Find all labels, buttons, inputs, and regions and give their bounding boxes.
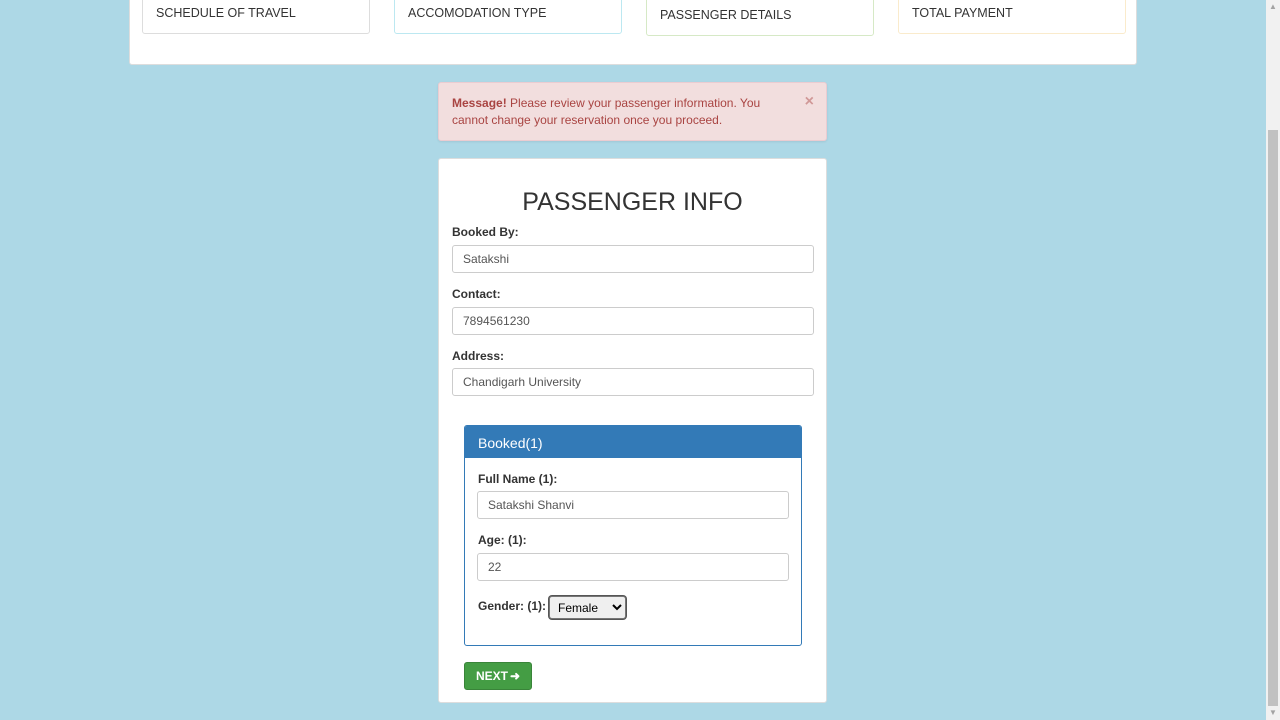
booking-steps-panel: SCHEDULE OF TRAVEL ACCOMODATION TYPE PAS… (129, 0, 1137, 65)
full-name-field[interactable] (477, 491, 789, 519)
address-field[interactable] (452, 368, 814, 396)
full-name-label: Full Name (1): (478, 472, 558, 486)
page-title: PASSENGER INFO (522, 188, 743, 216)
scroll-down-icon[interactable]: ▼ (1266, 706, 1280, 720)
step-label: PASSENGER DETAILS (660, 8, 792, 22)
alert-title: Message! (452, 96, 507, 110)
gender-label: Gender: (1): (478, 599, 547, 613)
page-scrollbar[interactable]: ▲ ▼ (1266, 0, 1280, 720)
age-field[interactable] (477, 553, 789, 581)
close-icon[interactable]: × (805, 94, 814, 110)
passenger-panel: Booked(1) Full Name (1): Age: (1): Gende… (464, 425, 802, 646)
step-schedule-of-travel[interactable]: SCHEDULE OF TRAVEL (142, 0, 370, 34)
step-label: SCHEDULE OF TRAVEL (156, 6, 296, 20)
booked-by-label: Booked By: (452, 225, 519, 239)
address-label: Address: (452, 349, 505, 363)
step-accomodation-type[interactable]: ACCOMODATION TYPE (394, 0, 622, 34)
scrollbar-thumb[interactable] (1268, 130, 1278, 706)
contact-field[interactable] (452, 307, 814, 335)
booked-by-field[interactable] (452, 245, 814, 273)
passenger-info-card: PASSENGER INFO Booked By: Contact: Addre… (438, 158, 827, 703)
next-button-label: NEXT (475, 669, 508, 683)
passenger-panel-heading: Booked(1) (465, 426, 801, 458)
step-label: ACCOMODATION TYPE (408, 6, 547, 20)
gender-select[interactable]: Female (549, 596, 626, 619)
scroll-up-icon[interactable]: ▲ (1266, 0, 1280, 14)
next-button[interactable]: NEXT ➜ (464, 662, 532, 690)
arrow-right-icon: ➜ (509, 669, 521, 683)
warning-alert: Message! Please review your passenger in… (438, 82, 827, 141)
age-label: Age: (1): (478, 533, 527, 547)
step-label: TOTAL PAYMENT (912, 6, 1013, 20)
step-passenger-details[interactable]: PASSENGER DETAILS (646, 0, 874, 36)
step-total-payment[interactable]: TOTAL PAYMENT (898, 0, 1126, 34)
contact-label: Contact: (452, 287, 501, 301)
